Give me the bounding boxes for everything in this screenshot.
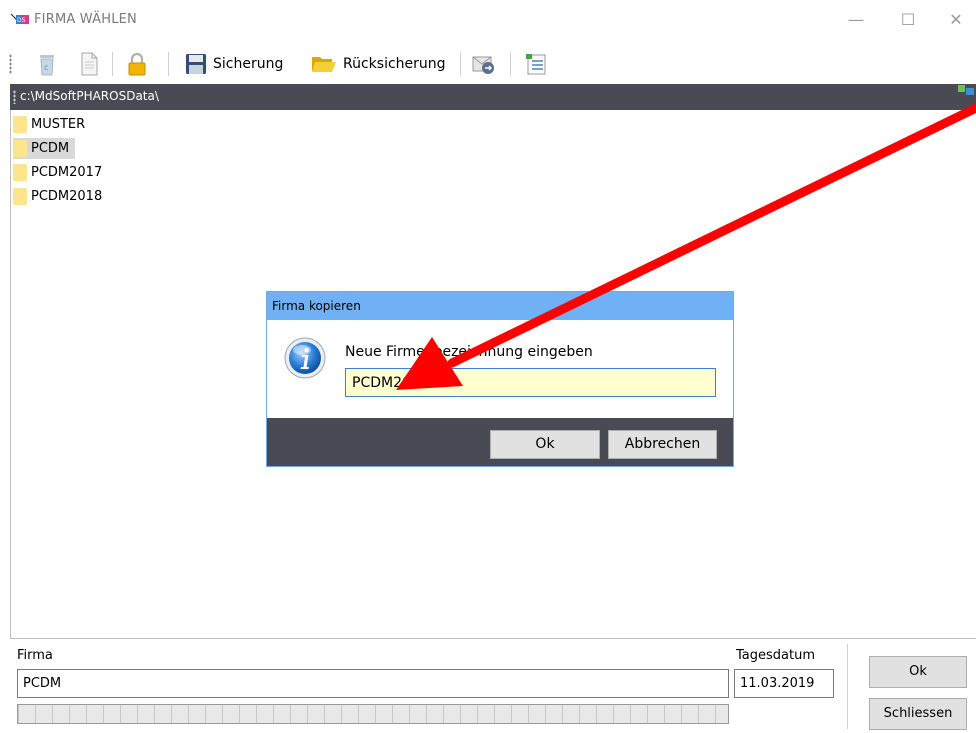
folder-icon (13, 140, 27, 157)
lock-button[interactable] (126, 50, 148, 78)
restore-button[interactable]: Rücksicherung (310, 50, 446, 78)
folder-open-icon (312, 57, 336, 72)
dialog-cancel-button[interactable]: Abbrechen (608, 430, 717, 459)
firma-field[interactable]: PCDM (17, 669, 729, 698)
title-bar: DS FIRMA WÄHLEN — ☐ ✕ (0, 0, 976, 36)
list-icon (526, 54, 546, 75)
svg-text:DS: DS (17, 17, 26, 24)
copy-company-dialog: Firma kopieren Neue Firmenbezeichnung ei… (266, 291, 734, 467)
folder-item[interactable]: PCDM2017 (13, 162, 108, 183)
date-field[interactable]: 11.03.2019 (734, 669, 834, 698)
app-icon: DS (10, 13, 29, 24)
toolbar-separator (168, 52, 169, 76)
toolbar-grip[interactable] (9, 54, 12, 74)
folder-item[interactable]: PCDM (13, 138, 76, 159)
folder-label: PCDM (31, 141, 70, 156)
company-name-input[interactable] (345, 368, 716, 397)
window-title: FIRMA WÄHLEN (34, 12, 137, 27)
restore-label: Rücksicherung (343, 56, 446, 72)
minimize-button[interactable]: — (836, 6, 876, 34)
document-icon (81, 52, 98, 76)
close-button[interactable]: ✕ (936, 6, 976, 34)
folder-icon (13, 164, 27, 181)
folder-icon (13, 116, 27, 133)
path-bar: c:\MdSoftPHAROSData\ (10, 84, 976, 110)
folder-label: PCDM2018 (31, 189, 103, 204)
svg-text:c: c (44, 63, 48, 72)
backup-button[interactable]: Sicherung (184, 50, 283, 78)
toolbar-separator (510, 52, 511, 76)
info-icon (284, 337, 326, 379)
mail-button[interactable] (470, 50, 496, 78)
dialog-title-bar: Firma kopieren (267, 292, 733, 320)
firma-label: Firma (17, 648, 53, 663)
envelope-icon (472, 56, 494, 74)
folder-item[interactable]: PCDM2018 (13, 186, 108, 207)
folder-icon (13, 188, 27, 205)
delete-button[interactable]: c (36, 50, 58, 78)
dialog-prompt: Neue Firmenbezeichnung eingeben (345, 344, 593, 360)
dialog-ok-button[interactable]: Ok (490, 430, 600, 459)
path-bar-grip[interactable] (13, 90, 16, 104)
progress-bar (17, 704, 729, 724)
list-button[interactable] (524, 50, 548, 78)
toolbar-separator (112, 52, 113, 76)
toolbar: c Sicherung Rücksicherung (0, 46, 976, 80)
floppy-disk-icon (186, 54, 206, 74)
trash-icon: c (40, 55, 54, 76)
backup-label: Sicherung (213, 56, 284, 72)
bottom-separator (847, 644, 848, 729)
copy-button[interactable] (78, 50, 100, 78)
close-dialog-button[interactable]: Schliessen (869, 698, 967, 730)
dialog-title: Firma kopieren (272, 299, 361, 313)
folder-label: MUSTER (31, 117, 86, 132)
path-text: c:\MdSoftPHAROSData\ (20, 89, 159, 103)
date-label: Tagesdatum (736, 648, 815, 663)
maximize-button[interactable]: ☐ (888, 6, 928, 34)
network-icon[interactable] (958, 85, 974, 95)
folder-label: PCDM2017 (31, 165, 103, 180)
ok-button[interactable]: Ok (869, 656, 967, 688)
folder-item[interactable]: MUSTER (13, 114, 91, 135)
toolbar-separator (460, 52, 461, 76)
dialog-footer: Ok Abbrechen (267, 418, 733, 466)
lock-icon (128, 52, 146, 76)
